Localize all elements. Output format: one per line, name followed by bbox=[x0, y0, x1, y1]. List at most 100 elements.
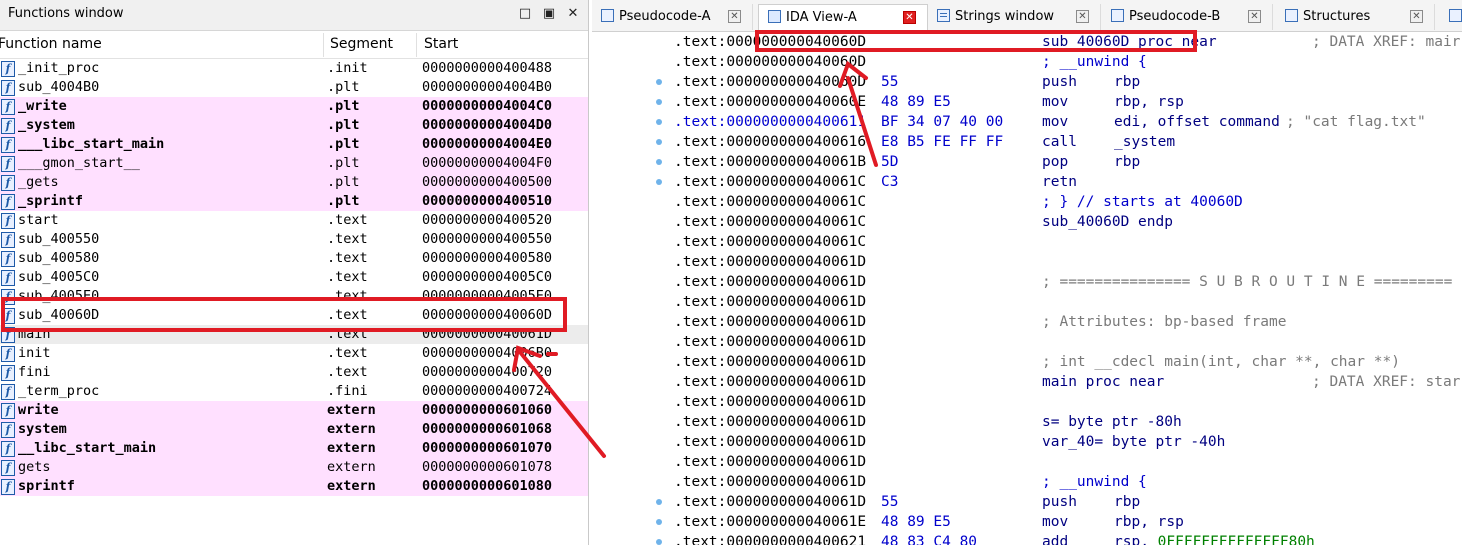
opcode-bytes: 48 89 E5 bbox=[881, 94, 951, 110]
function-segment: .init bbox=[327, 60, 368, 76]
comment: ; =============== S U B R O U T I N E ==… bbox=[1042, 274, 1453, 290]
functions-window: Functions window □ ▣ ✕ Function name Seg… bbox=[0, 0, 589, 545]
breakpoint-dot[interactable] bbox=[656, 139, 662, 145]
function-name: system bbox=[18, 421, 67, 437]
breakpoint-gutter[interactable] bbox=[592, 32, 672, 545]
ida-view-disassembly[interactable]: .text:000000000040060D sub_40060D proc ne… bbox=[592, 32, 1462, 545]
tab-close-icon[interactable]: ✕ bbox=[728, 10, 741, 23]
operand[interactable]: rbp bbox=[1114, 492, 1140, 512]
operand[interactable]: rsp, 0FFFFFFFFFFFFFF80h bbox=[1114, 532, 1315, 545]
function-row[interactable]: f _write .plt 00000000004004C0 bbox=[0, 97, 588, 116]
operand[interactable]: rbp bbox=[1114, 152, 1140, 172]
function-row[interactable]: f write extern 0000000000601060 bbox=[0, 401, 588, 420]
function-row[interactable]: f _gets .plt 0000000000400500 bbox=[0, 173, 588, 192]
function-start: 00000000004004E0 bbox=[422, 136, 553, 152]
breakpoint-dot[interactable] bbox=[656, 179, 662, 185]
comment: ; DATA XREF: mair bbox=[1312, 34, 1461, 50]
function-name: _init_proc bbox=[18, 60, 100, 76]
breakpoint-dot[interactable] bbox=[656, 499, 662, 505]
close-icon[interactable]: ✕ bbox=[564, 5, 582, 23]
function-row[interactable]: f sub_400550 .text 0000000000400550 bbox=[0, 230, 588, 249]
function-row[interactable]: f _term_proc .fini 0000000000400724 bbox=[0, 382, 588, 401]
function-start: 0000000000400580 bbox=[422, 250, 553, 266]
breakpoint-dot[interactable] bbox=[656, 159, 662, 165]
function-row[interactable]: f _sprintf .plt 0000000000400510 bbox=[0, 192, 588, 211]
opcode-bytes: 5D bbox=[881, 154, 899, 170]
function-row[interactable]: f sub_40060D .text 000000000040060D bbox=[0, 306, 588, 325]
function-icon: f bbox=[1, 289, 15, 305]
tab-pseudocode-a[interactable]: Pseudocode-A ✕ bbox=[592, 4, 753, 30]
line-address: .text:000000000040061C bbox=[674, 234, 867, 250]
function-row[interactable]: f __libc_start_main extern 0000000000601070 bbox=[0, 439, 588, 458]
function-row[interactable]: f fini .text 0000000000400720 bbox=[0, 363, 588, 382]
operand[interactable]: rbp bbox=[1114, 72, 1140, 92]
function-icon: f bbox=[1, 365, 15, 381]
function-row[interactable]: f gets extern 0000000000601078 bbox=[0, 458, 588, 477]
function-row[interactable]: f sub_4005E0 .text 00000000004005E0 bbox=[0, 287, 588, 306]
tab-label: Structures bbox=[1303, 9, 1371, 24]
function-segment: .text bbox=[327, 364, 368, 380]
breakpoint-dot[interactable] bbox=[656, 519, 662, 525]
function-segment: .fini bbox=[327, 383, 368, 399]
operand[interactable]: _system bbox=[1114, 132, 1175, 152]
breakpoint-dot[interactable] bbox=[656, 99, 662, 105]
breakpoint-dot[interactable] bbox=[656, 119, 662, 125]
comment: ; Attributes: bp-based frame bbox=[1042, 314, 1287, 330]
function-row[interactable]: f sprintf extern 0000000000601080 bbox=[0, 477, 588, 496]
line-address: .text:000000000040061D bbox=[674, 414, 867, 430]
functions-table-body: f _init_proc .init 0000000000400488 f sub_400… bbox=[0, 59, 588, 496]
tab-ida-view-a[interactable]: IDA View-A ✕ bbox=[758, 4, 928, 32]
opcode-bytes: 55 bbox=[881, 494, 899, 510]
tab-overflow[interactable] bbox=[1440, 4, 1462, 30]
opcode-bytes: E8 B5 FE FF FF bbox=[881, 134, 1004, 150]
function-row[interactable]: f start .text 0000000000400520 bbox=[0, 211, 588, 230]
function-row[interactable]: f sub_4005C0 .text 00000000004005C0 bbox=[0, 268, 588, 287]
function-row[interactable]: f main .text 000000000040061D bbox=[0, 325, 588, 344]
function-row[interactable]: f ___gmon_start__ .plt 00000000004004F0 bbox=[0, 154, 588, 173]
function-name: __libc_start_main bbox=[18, 440, 157, 456]
line-address: .text:000000000040061D bbox=[674, 334, 867, 350]
minimize-icon[interactable]: □ bbox=[516, 5, 534, 23]
tab-close-icon[interactable]: ✕ bbox=[903, 11, 916, 24]
function-start: 0000000000400520 bbox=[422, 212, 553, 228]
function-icon: f bbox=[1, 99, 15, 115]
function-segment: .text bbox=[327, 345, 368, 361]
function-name: ___gmon_start__ bbox=[18, 155, 140, 171]
line-address: .text:000000000040061B bbox=[674, 154, 867, 170]
breakpoint-dot[interactable] bbox=[656, 539, 662, 545]
float-window-icon[interactable]: ▣ bbox=[540, 5, 558, 23]
function-start: 00000000004005C0 bbox=[422, 269, 553, 285]
line-address: .text:000000000040061D bbox=[674, 314, 867, 330]
operand[interactable]: rbp, rsp bbox=[1114, 92, 1184, 112]
breakpoint-dot[interactable] bbox=[656, 79, 662, 85]
operand[interactable]: rbp, rsp bbox=[1114, 512, 1184, 532]
function-row[interactable]: f ___libc_start_main .plt 00000000004004E0 bbox=[0, 135, 588, 154]
line-address: .text:000000000040061C bbox=[674, 214, 867, 230]
function-row[interactable]: f sub_400580 .text 0000000000400580 bbox=[0, 249, 588, 268]
tab-close-icon[interactable]: ✕ bbox=[1410, 10, 1423, 23]
column-header-function-name[interactable]: Function name bbox=[0, 36, 102, 52]
function-row[interactable]: f _init_proc .init 0000000000400488 bbox=[0, 59, 588, 78]
line-address: .text:000000000040060D bbox=[674, 54, 867, 70]
tab-structures[interactable]: Structures ✕ bbox=[1276, 4, 1435, 30]
function-row[interactable]: f _system .plt 00000000004004D0 bbox=[0, 116, 588, 135]
tab-close-icon[interactable]: ✕ bbox=[1248, 10, 1261, 23]
column-header-segment[interactable]: Segment bbox=[330, 36, 393, 52]
line-address: .text:000000000040061D bbox=[674, 434, 867, 450]
function-icon: f bbox=[1, 251, 15, 267]
function-segment: .text bbox=[327, 326, 368, 342]
function-row[interactable]: f init .text 00000000004006B0 bbox=[0, 344, 588, 363]
function-segment: .text bbox=[327, 212, 368, 228]
operand[interactable]: edi, offset command bbox=[1114, 112, 1280, 132]
function-row[interactable]: f system extern 0000000000601068 bbox=[0, 420, 588, 439]
code-label: sub_40060D proc near bbox=[1042, 34, 1217, 50]
column-header-start[interactable]: Start bbox=[424, 36, 458, 52]
function-row[interactable]: f sub_4004B0 .plt 00000000004004B0 bbox=[0, 78, 588, 97]
line-address: .text:000000000040060D bbox=[674, 74, 867, 90]
function-icon: f bbox=[1, 175, 15, 191]
function-name: sub_400580 bbox=[18, 250, 100, 266]
tab-close-icon[interactable]: ✕ bbox=[1076, 10, 1089, 23]
tab-pseudocode-b[interactable]: Pseudocode-B ✕ bbox=[1102, 4, 1273, 30]
tab-strings-window[interactable]: Strings window ✕ bbox=[928, 4, 1101, 30]
function-name: _system bbox=[18, 117, 75, 133]
